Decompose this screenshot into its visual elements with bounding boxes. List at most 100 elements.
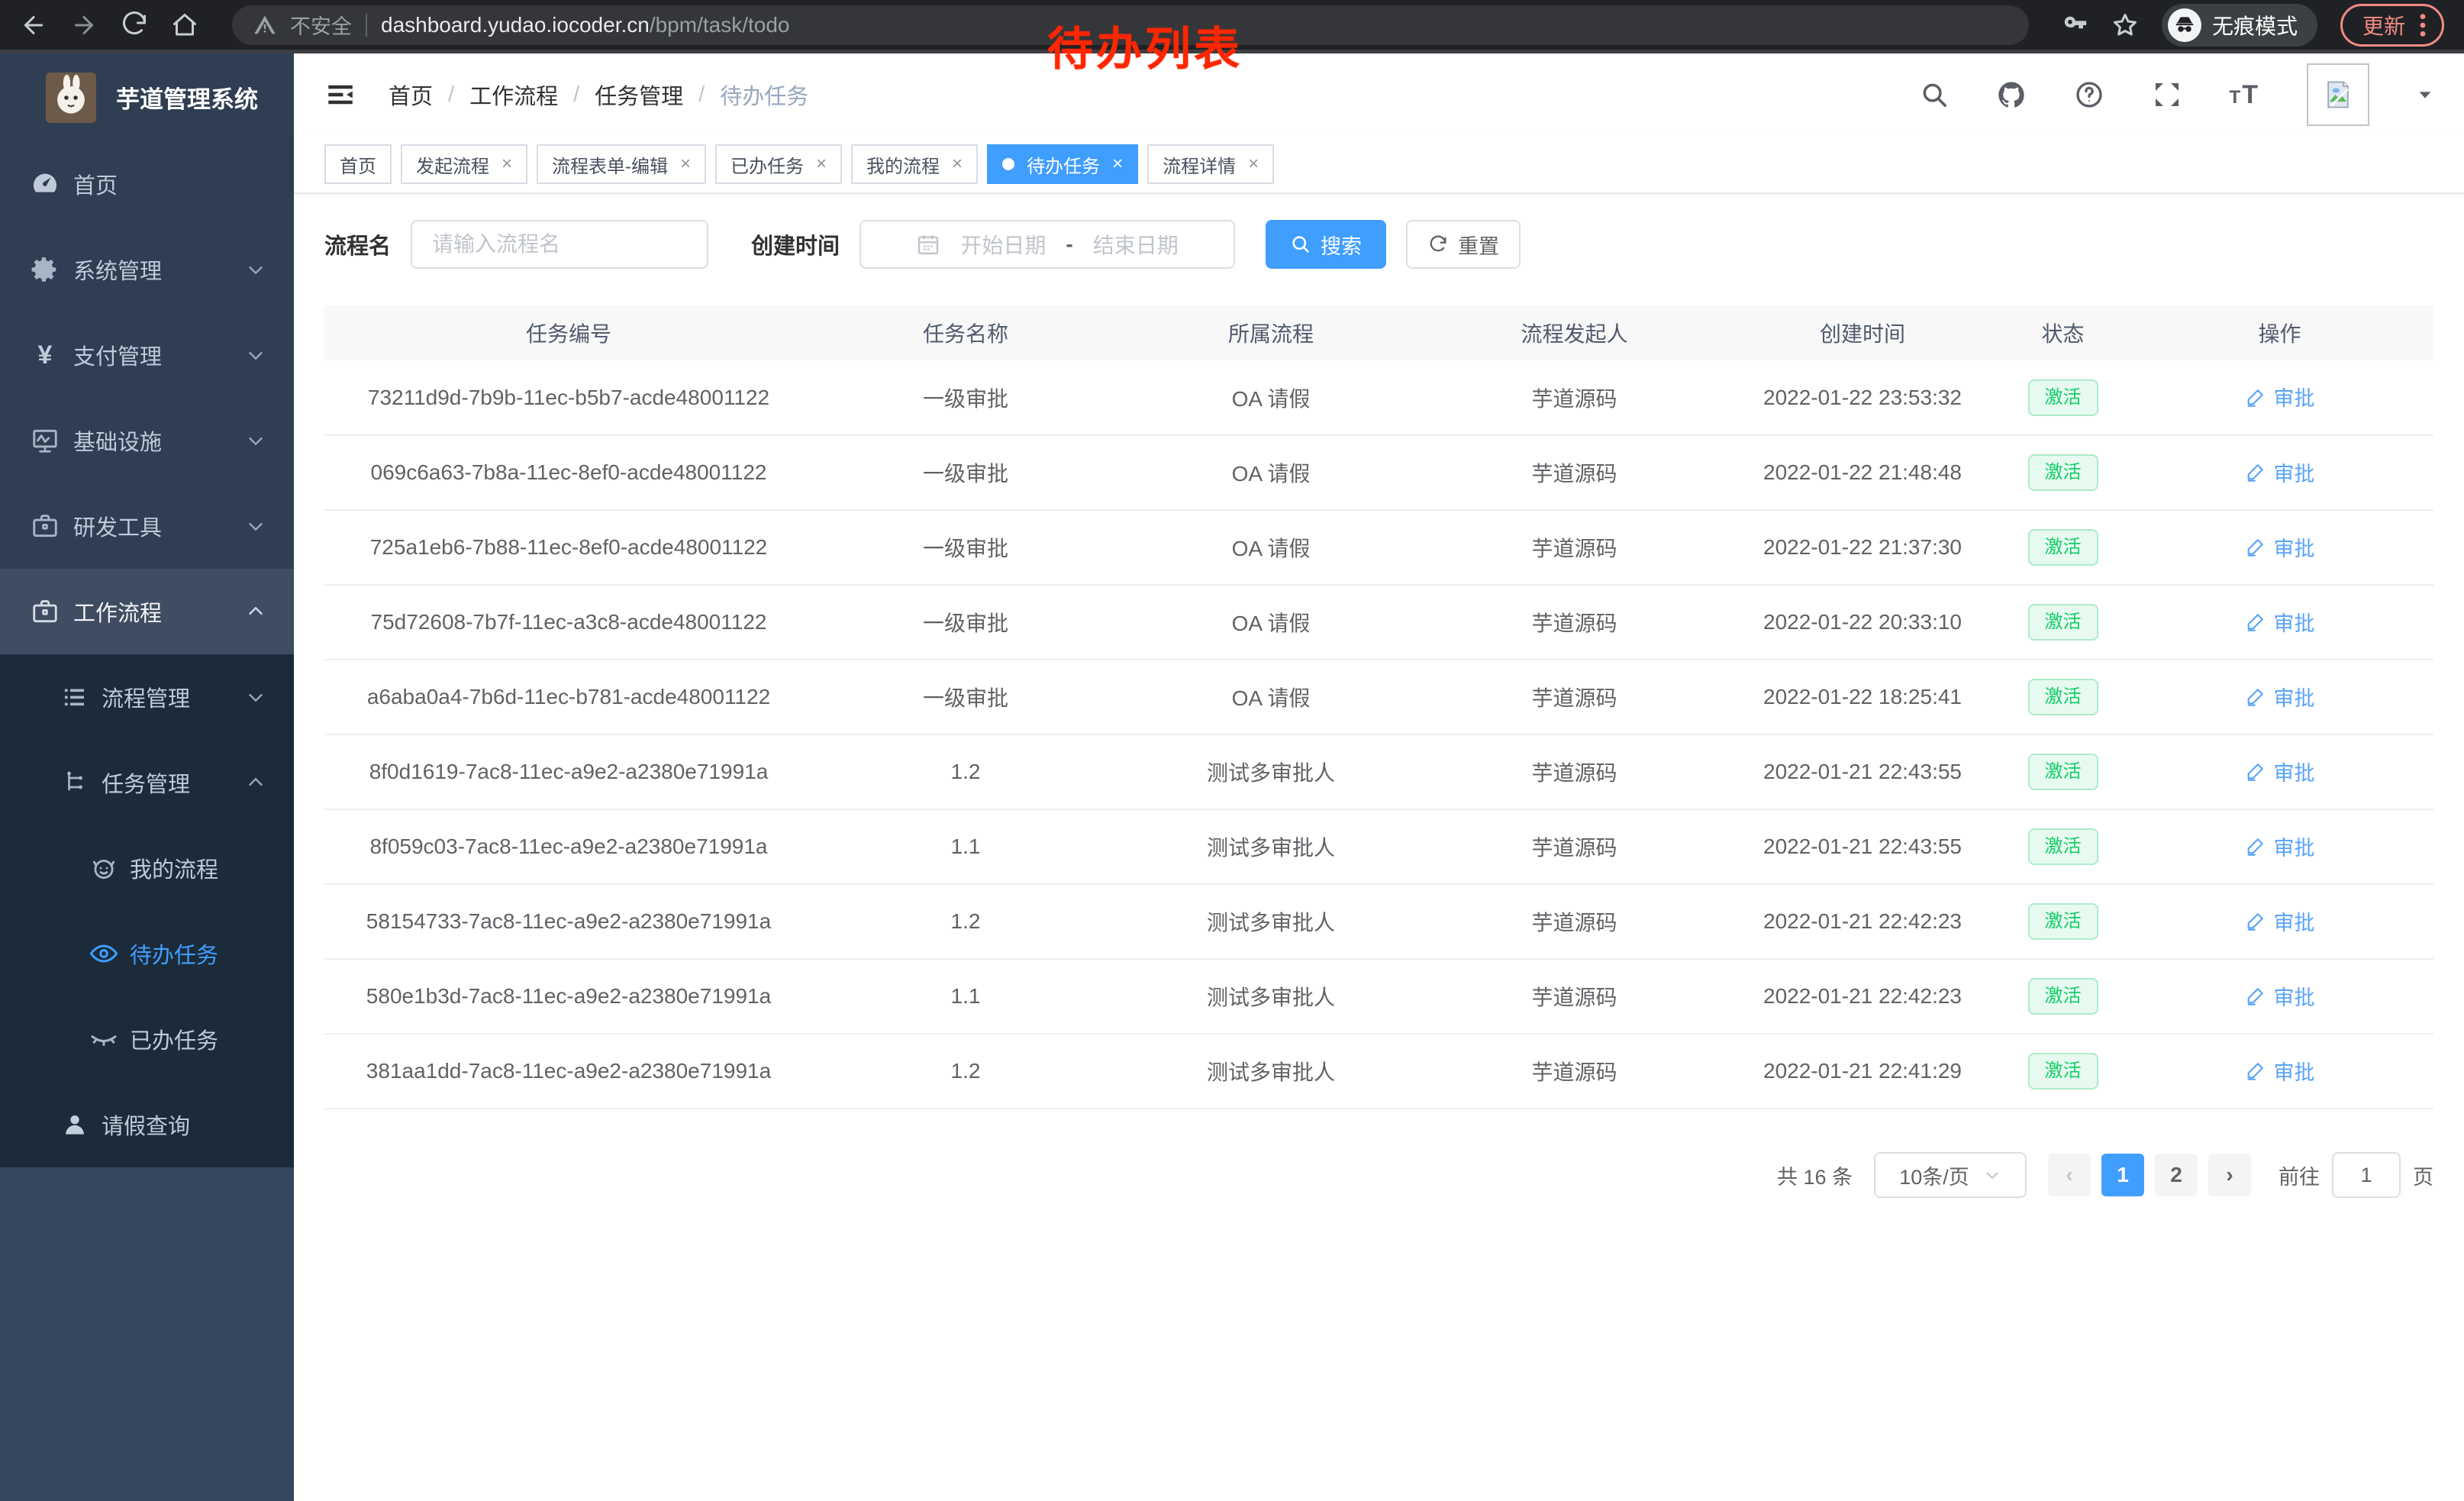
cell-task-name: 一级审批 [813, 585, 1118, 660]
update-label: 更新 [2362, 10, 2405, 40]
close-icon[interactable]: × [1112, 153, 1123, 175]
edit-pencil-icon [2245, 536, 2266, 557]
table-row: 8f0d1619-7ac8-11ec-a9e2-a2380e71991a 1.2… [324, 734, 2433, 809]
caret-down-icon[interactable] [2417, 86, 2433, 103]
next-page-button[interactable]: › [2208, 1154, 2251, 1196]
tag-my-process[interactable]: 我的流程× [851, 144, 978, 184]
tag-label: 流程详情 [1163, 151, 1236, 178]
sidebar-item-task-management[interactable]: 任务管理 [0, 740, 294, 825]
edit-pencil-icon [2245, 985, 2266, 1006]
sidebar-item-home[interactable]: 首页 [0, 141, 294, 227]
search-icon [1290, 234, 1311, 255]
bookmark-star-icon[interactable] [2111, 11, 2139, 39]
cell-initiator: 芋道源码 [1424, 510, 1725, 585]
breadcrumb-task-management[interactable]: 任务管理 [595, 79, 683, 111]
close-icon[interactable]: × [680, 153, 691, 175]
github-icon[interactable] [1996, 79, 2027, 110]
approve-button[interactable]: 审批 [2245, 906, 2315, 936]
close-icon[interactable]: × [952, 153, 963, 175]
tag-todo-tasks[interactable]: 待办任务× [987, 144, 1138, 184]
total-count: 共 16 条 [1777, 1160, 1853, 1190]
cell-created: 2022-01-21 22:43:55 [1725, 734, 2000, 809]
close-icon[interactable]: × [816, 153, 827, 175]
edit-pencil-icon [2245, 686, 2266, 707]
sidebar-item-workflow[interactable]: 工作流程 [0, 569, 294, 654]
sidebar-item-label: 支付管理 [73, 339, 162, 371]
col-initiator: 流程发起人 [1424, 305, 1725, 360]
tag-form-edit[interactable]: 流程表单-编辑× [537, 144, 706, 184]
approve-button[interactable]: 审批 [2245, 831, 2315, 861]
status-badge: 激活 [2028, 679, 2098, 715]
back-icon[interactable] [20, 11, 47, 39]
approve-button[interactable]: 审批 [2245, 757, 2315, 786]
page-button-2[interactable]: 2 [2155, 1154, 2198, 1196]
page-button-1[interactable]: 1 [2101, 1154, 2144, 1196]
status-badge: 激活 [2028, 754, 2098, 790]
reset-button[interactable]: 重置 [1406, 220, 1521, 269]
tag-label: 首页 [340, 151, 376, 178]
todo-list-annotation: 待办列表 [1047, 12, 1243, 79]
help-icon[interactable] [2074, 79, 2104, 110]
date-range-picker[interactable]: 开始日期 - 结束日期 [859, 220, 1235, 269]
sidebar-item-my-process[interactable]: 我的流程 [0, 825, 294, 911]
cell-initiator: 芋道源码 [1424, 660, 1725, 734]
filter-form: 流程名 创建时间 开始日期 - 结束日期 搜索 重置 [324, 220, 2433, 269]
cell-task-name: 一级审批 [813, 435, 1118, 510]
approve-label: 审批 [2274, 457, 2315, 487]
status-badge: 激活 [2028, 1053, 2098, 1089]
table-row: 8f059c03-7ac8-11ec-a9e2-a2380e71991a 1.1… [324, 809, 2433, 884]
breadcrumb: 首页 / 工作流程 / 任务管理 / 待办任务 [389, 79, 808, 111]
sidebar-item-label: 系统管理 [73, 253, 162, 286]
fullscreen-icon[interactable] [2152, 79, 2182, 110]
breadcrumb-home[interactable]: 首页 [389, 79, 433, 111]
approve-button[interactable]: 审批 [2245, 532, 2315, 562]
tag-start-process[interactable]: 发起流程 × [401, 144, 527, 184]
tag-done-tasks[interactable]: 已办任务× [715, 144, 842, 184]
approve-button[interactable]: 审批 [2245, 1056, 2315, 1086]
font-size-icon[interactable]: TT [2230, 80, 2259, 110]
forward-icon[interactable] [70, 11, 98, 39]
status-badge: 激活 [2028, 454, 2098, 491]
sidebar-item-done-tasks[interactable]: 已办任务 [0, 996, 294, 1082]
approve-button[interactable]: 审批 [2245, 382, 2315, 412]
cell-initiator: 芋道源码 [1424, 435, 1725, 510]
key-icon[interactable] [2062, 12, 2088, 38]
approve-button[interactable]: 审批 [2245, 981, 2315, 1011]
close-icon[interactable]: × [1248, 153, 1259, 175]
sidebar-item-process-management[interactable]: 流程管理 [0, 654, 294, 740]
cell-created: 2022-01-21 22:42:23 [1725, 959, 2000, 1034]
approve-button[interactable]: 审批 [2245, 457, 2315, 487]
chevron-up-icon [245, 772, 266, 793]
security-warning-icon[interactable] [253, 14, 276, 37]
edit-pencil-icon [2245, 1060, 2266, 1081]
sidebar-item-label: 首页 [73, 168, 118, 200]
sidebar-item-leave-query[interactable]: 请假查询 [0, 1082, 294, 1167]
tag-process-detail[interactable]: 流程详情 × [1147, 144, 1274, 184]
page-size-select[interactable]: 10条/页 [1874, 1152, 2027, 1198]
prev-page-button[interactable]: ‹ [2048, 1154, 2091, 1196]
collapse-sidebar-icon[interactable] [324, 79, 356, 111]
avatar[interactable] [2307, 63, 2369, 126]
tag-home[interactable]: 首页 [324, 144, 392, 184]
home-icon[interactable] [171, 11, 198, 39]
sidebar-item-payment[interactable]: ¥ 支付管理 [0, 312, 294, 398]
tag-label: 发起流程 [416, 151, 489, 178]
app-logo-row[interactable]: 芋道管理系统 [0, 53, 294, 141]
sidebar-item-infrastructure[interactable]: 基础设施 [0, 398, 294, 483]
close-icon[interactable]: × [502, 153, 512, 175]
status-badge: 激活 [2028, 529, 2098, 566]
approve-button[interactable]: 审批 [2245, 682, 2315, 712]
approve-button[interactable]: 审批 [2245, 607, 2315, 637]
sidebar-item-system[interactable]: 系统管理 [0, 227, 294, 312]
breadcrumb-workflow[interactable]: 工作流程 [469, 79, 558, 111]
search-button[interactable]: 搜索 [1266, 220, 1386, 269]
goto-page-input[interactable] [2332, 1152, 2401, 1198]
sidebar-item-todo-tasks[interactable]: 待办任务 [0, 911, 294, 996]
cell-task-id: 069c6a63-7b8a-11ec-8ef0-acde48001122 [324, 435, 813, 510]
update-button[interactable]: 更新 [2340, 4, 2444, 47]
search-icon[interactable] [1920, 80, 1949, 109]
process-name-input[interactable] [411, 220, 708, 269]
sidebar-item-dev-tools[interactable]: 研发工具 [0, 483, 294, 569]
security-label[interactable]: 不安全 [290, 10, 352, 40]
reload-icon[interactable] [121, 11, 148, 39]
